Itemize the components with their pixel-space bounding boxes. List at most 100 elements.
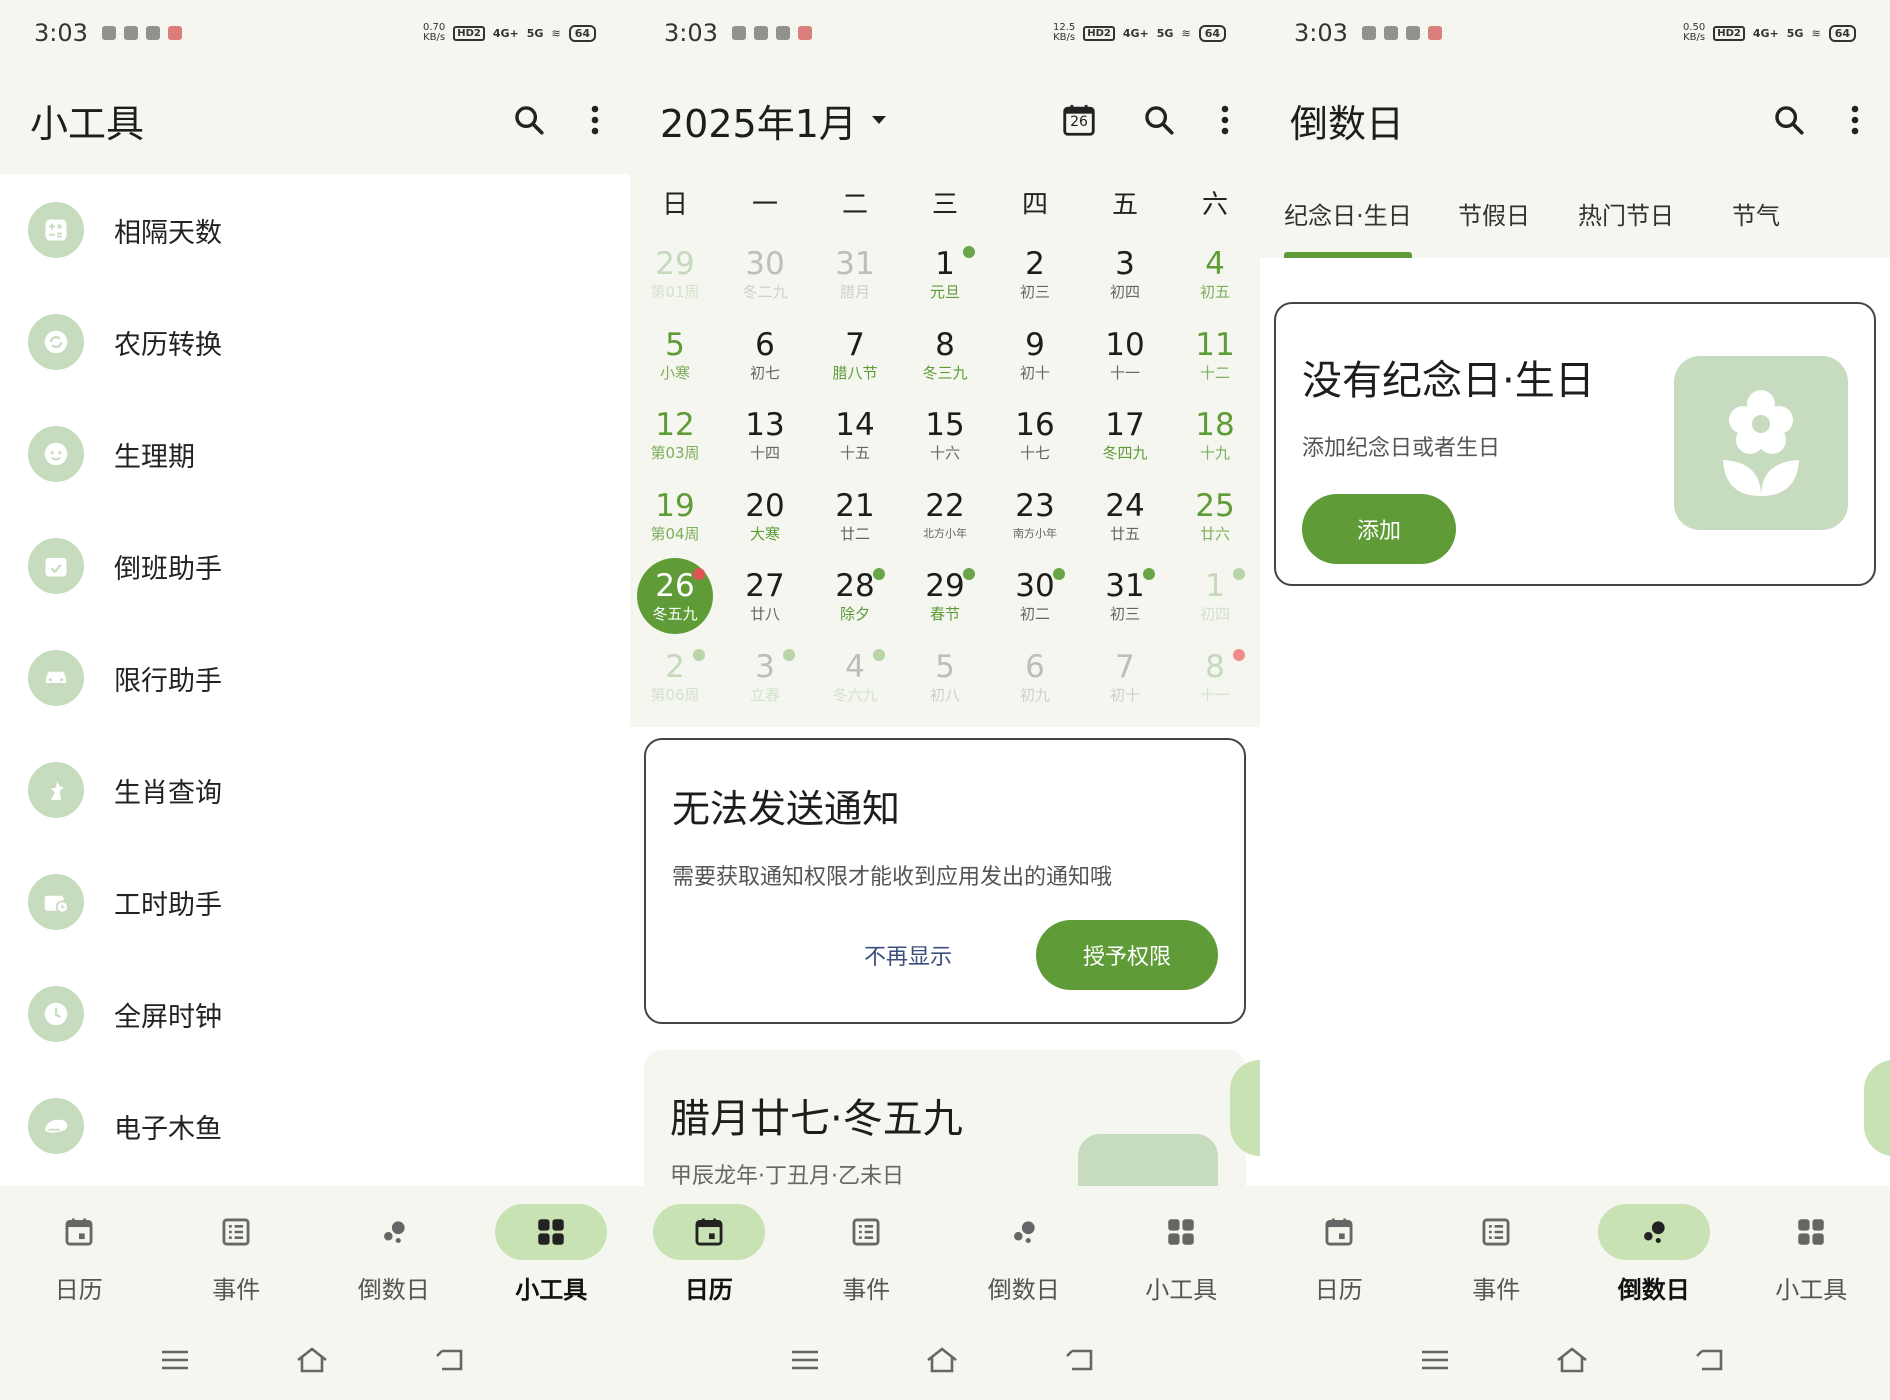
lunar-label: 腊八节 [832, 363, 878, 382]
day-cell[interactable]: 4 冬六九 [810, 639, 900, 720]
day-cell[interactable]: 1 初四 [1170, 558, 1260, 639]
search-icon[interactable] [1772, 103, 1806, 137]
day-cell-today[interactable]: 26 冬五九 [630, 558, 720, 639]
nav-events[interactable]: 事件 [788, 1186, 946, 1320]
day-cell[interactable]: 14 十五 [810, 397, 900, 478]
hd-icon: HD2 [1713, 25, 1745, 41]
nav-countdown[interactable]: 倒数日 [945, 1186, 1103, 1320]
day-cell[interactable]: 27 廿八 [720, 558, 810, 639]
month-selector[interactable]: 2025年1月 [660, 93, 887, 148]
day-cell[interactable]: 5 初八 [900, 639, 990, 720]
day-cell[interactable]: 19 第04周 [630, 478, 720, 559]
day-cell[interactable]: 2 初三 [990, 236, 1080, 317]
day-cell[interactable]: 7 初十 [1080, 639, 1170, 720]
floating-action-button[interactable] [1230, 1060, 1260, 1156]
nav-events[interactable]: 事件 [158, 1186, 316, 1320]
tab-solar-terms[interactable]: 节气 [1728, 174, 1784, 258]
dont-show-again-button[interactable]: 不再显示 [864, 939, 952, 971]
day-cell[interactable]: 10 十一 [1080, 317, 1170, 398]
day-cell[interactable]: 3 立春 [720, 639, 810, 720]
day-cell[interactable]: 6 初九 [990, 639, 1080, 720]
day-cell[interactable]: 28 除夕 [810, 558, 900, 639]
tool-item-traffic[interactable]: 限行助手 [0, 622, 630, 734]
net-speed-unit: KB/s [423, 32, 446, 43]
menu-icon[interactable] [790, 1349, 820, 1371]
lunar-label: 冬四九 [1102, 444, 1148, 462]
nav-countdown[interactable]: 倒数日 [1575, 1186, 1733, 1320]
home-icon[interactable] [925, 1346, 959, 1374]
day-cell[interactable]: 24 廿五 [1080, 478, 1170, 559]
nav-calendar[interactable]: 日历 [0, 1186, 158, 1320]
day-cell[interactable]: 30 冬二九 [720, 236, 810, 317]
day-number: 29 [655, 246, 695, 282]
lunar-label: 冬三九 [922, 363, 968, 382]
tab-anniversary[interactable]: 纪念日·生日 [1278, 174, 1418, 258]
back-icon[interactable] [1064, 1347, 1094, 1373]
menu-icon[interactable] [1420, 1349, 1450, 1371]
day-cell[interactable]: 11 十二 [1170, 317, 1260, 398]
day-cell[interactable]: 13 十四 [720, 397, 810, 478]
tool-item-worktime[interactable]: 工时助手 [0, 846, 630, 958]
day-cell[interactable]: 30 初二 [990, 558, 1080, 639]
lunar-label: 十五 [839, 444, 870, 462]
back-icon[interactable] [434, 1347, 464, 1373]
nav-tools[interactable]: 小工具 [1733, 1186, 1890, 1320]
tool-item-days-between[interactable]: 相隔天数 [0, 174, 630, 286]
nav-label: 倒数日 [1617, 1276, 1690, 1304]
day-cell[interactable]: 21 廿二 [810, 478, 900, 559]
day-cell[interactable]: 25 廿六 [1170, 478, 1260, 559]
day-cell[interactable]: 5 小寒 [630, 317, 720, 398]
lunar-label: 元旦 [929, 283, 960, 301]
day-cell[interactable]: 1 元旦 [900, 236, 990, 317]
more-vert-icon[interactable] [1220, 104, 1230, 136]
day-cell[interactable]: 8 冬三九 [900, 317, 990, 398]
floating-action-button[interactable] [1864, 1060, 1890, 1156]
lunar-label: 立春 [749, 685, 780, 704]
nav-events[interactable]: 事件 [1418, 1186, 1576, 1320]
more-vert-icon[interactable] [590, 104, 600, 136]
nav-calendar[interactable]: 日历 [1260, 1186, 1418, 1320]
more-vert-icon[interactable] [1850, 104, 1860, 136]
day-cell[interactable]: 4 初五 [1170, 236, 1260, 317]
tab-popular-festivals[interactable]: 热门节日 [1574, 174, 1678, 258]
battery-icon: 64 [568, 24, 596, 42]
menu-icon[interactable] [160, 1349, 190, 1371]
home-icon[interactable] [295, 1346, 329, 1374]
day-cell[interactable]: 12 第03周 [630, 397, 720, 478]
nav-calendar[interactable]: 日历 [630, 1186, 788, 1320]
tool-item-zodiac[interactable]: 生肖查询 [0, 734, 630, 846]
add-button[interactable]: 添加 [1302, 494, 1456, 564]
day-cell[interactable]: 6 初七 [720, 317, 810, 398]
tool-item-period[interactable]: 生理期 [0, 398, 630, 510]
back-icon[interactable] [1694, 1347, 1724, 1373]
day-cell[interactable]: 2 第06周 [630, 639, 720, 720]
day-cell[interactable]: 29 第01周 [630, 236, 720, 317]
tool-item-clock[interactable]: 全屏时钟 [0, 958, 630, 1070]
nav-tools[interactable]: 小工具 [1103, 1186, 1261, 1320]
day-cell[interactable]: 31 腊月 [810, 236, 900, 317]
nav-tools[interactable]: 小工具 [473, 1186, 631, 1320]
day-cell[interactable]: 15 十六 [900, 397, 990, 478]
today-calendar-icon[interactable]: 26 [1060, 101, 1098, 139]
nav-countdown[interactable]: 倒数日 [315, 1186, 473, 1320]
day-cell[interactable]: 18 十九 [1170, 397, 1260, 478]
tool-item-lunar-convert[interactable]: 农历转换 [0, 286, 630, 398]
home-icon[interactable] [1555, 1346, 1589, 1374]
tool-item-shift[interactable]: 倒班助手 [0, 510, 630, 622]
day-cell[interactable]: 22 北方小年 [900, 478, 990, 559]
tool-item-wooden-fish[interactable]: 电子木鱼 [0, 1070, 630, 1182]
grant-permission-button[interactable]: 授予权限 [1036, 920, 1218, 990]
day-cell[interactable]: 3 初四 [1080, 236, 1170, 317]
day-cell[interactable]: 8 十一 [1170, 639, 1260, 720]
day-cell[interactable]: 31 初三 [1080, 558, 1170, 639]
day-cell[interactable]: 20 大寒 [720, 478, 810, 559]
search-icon[interactable] [1142, 103, 1176, 137]
day-cell[interactable]: 16 十七 [990, 397, 1080, 478]
day-cell[interactable]: 17 冬四九 [1080, 397, 1170, 478]
day-cell[interactable]: 29 春节 [900, 558, 990, 639]
tab-holidays[interactable]: 节假日 [1446, 174, 1542, 258]
day-cell[interactable]: 7 腊八节 [810, 317, 900, 398]
day-cell[interactable]: 23 南方小年 [990, 478, 1080, 559]
day-cell[interactable]: 9 初十 [990, 317, 1080, 398]
search-icon[interactable] [512, 103, 546, 137]
